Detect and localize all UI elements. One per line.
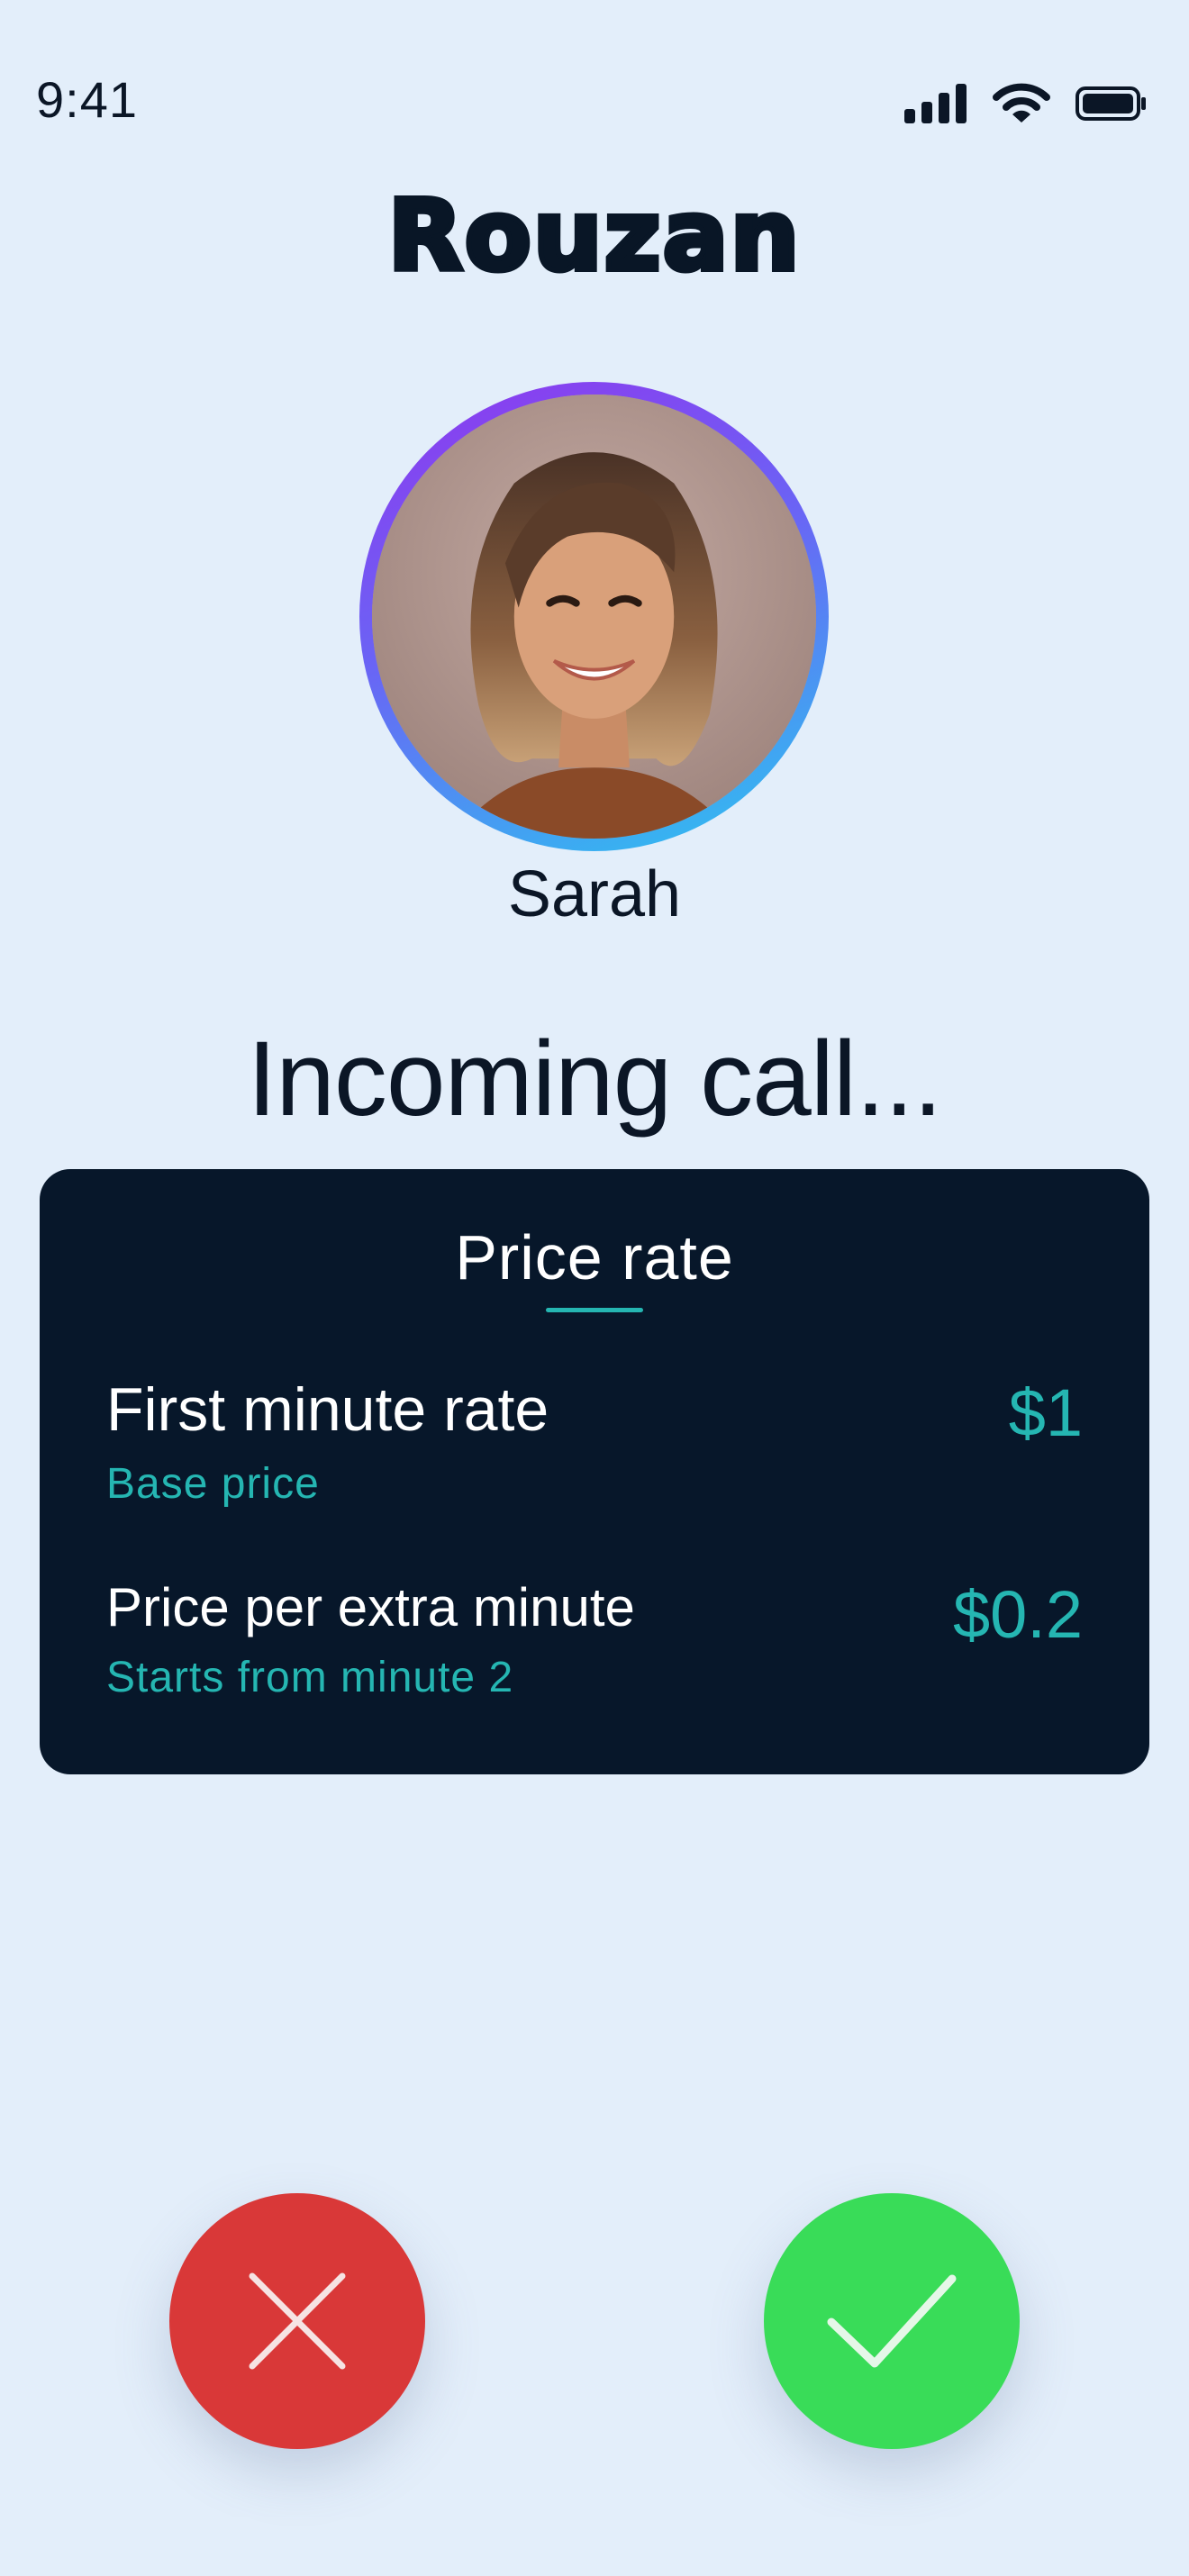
rate-label: First minute rate	[106, 1375, 549, 1444]
call-status-text: Incoming call...	[247, 1020, 943, 1138]
caller-name: Sarah	[507, 858, 682, 930]
rate-sublabel: Base price	[106, 1460, 320, 1508]
title-underline	[546, 1308, 643, 1312]
checkmark-icon	[824, 2272, 959, 2371]
caller-avatar-ring	[359, 382, 829, 851]
decline-call-button[interactable]	[169, 2193, 425, 2449]
battery-icon	[1076, 86, 1148, 122]
accept-call-button[interactable]	[764, 2193, 1020, 2449]
status-bar: 9:41	[0, 0, 1189, 207]
cellular-signal-icon	[904, 84, 967, 123]
rate-sublabel: Starts from minute 2	[106, 1654, 514, 1701]
card-title: Price rate	[455, 1222, 734, 1293]
rate-row-first-minute: First minute rate Base price $1	[106, 1374, 1083, 1509]
close-icon	[243, 2267, 351, 2375]
rate-label: Price per extra minute	[106, 1577, 635, 1637]
app-logo: Rouzan	[386, 177, 803, 295]
caller-avatar	[372, 395, 816, 839]
wifi-icon	[993, 83, 1050, 124]
rate-value: $0.2	[952, 1577, 1083, 1652]
status-icons	[904, 83, 1148, 124]
price-rate-card: Price rate First minute rate Base price …	[40, 1169, 1149, 1774]
rate-value: $1	[1008, 1375, 1083, 1450]
rate-row-extra-minute: Price per extra minute Starts from minut…	[106, 1576, 1083, 1702]
status-time: 9:41	[36, 71, 138, 128]
